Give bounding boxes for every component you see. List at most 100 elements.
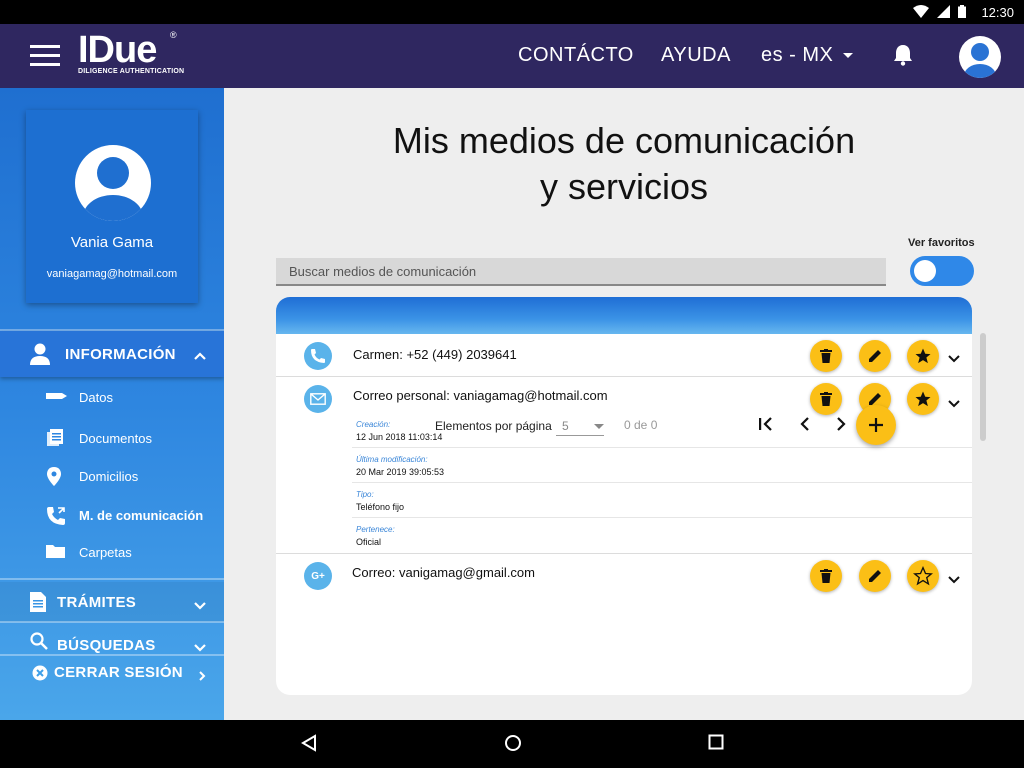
- favorite-button[interactable]: [907, 383, 939, 415]
- menu-icon[interactable]: [30, 45, 60, 67]
- star-filled-icon: [915, 391, 931, 407]
- location-pin-icon: [46, 467, 62, 490]
- language-label: es - MX: [761, 44, 834, 66]
- favorite-button[interactable]: [907, 560, 939, 592]
- profile-name: Vania Gama: [70, 234, 154, 251]
- bell-icon[interactable]: [893, 44, 913, 71]
- detail-value: 20 Mar 2019 39:05:53: [356, 467, 445, 477]
- main-content: Mis medios de comunicación y servicios V…: [224, 88, 1024, 720]
- sidebar-item-label: Domicilios: [79, 469, 139, 484]
- documents-icon: [46, 429, 64, 450]
- list-item-text: Correo: vanigamag@gmail.com: [352, 565, 535, 580]
- back-icon[interactable]: [301, 734, 317, 757]
- home-icon[interactable]: [504, 734, 522, 757]
- list-item-text: Carmen: +52 (449) 2039641: [353, 347, 517, 362]
- add-button[interactable]: [856, 405, 896, 445]
- sidebar-divider: [0, 578, 224, 580]
- edit-button[interactable]: [859, 560, 891, 592]
- delete-button[interactable]: [810, 383, 842, 415]
- detail-divider: [352, 517, 972, 518]
- sidebar-section-label: CERRAR SESIÓN: [54, 664, 183, 681]
- card-header-bar: [276, 297, 972, 334]
- sidebar-item-carpetas[interactable]: Carpetas: [0, 539, 224, 569]
- system-nav-bar: [0, 720, 1024, 768]
- plus-icon: [869, 418, 883, 432]
- sidebar-section-tramites[interactable]: TRÁMITES: [0, 582, 224, 622]
- page-size-select[interactable]: 5: [556, 416, 604, 436]
- app-header: IDue DILIGENCE AUTHENTICATION ® CONTÁCTO…: [0, 24, 1024, 88]
- delete-button[interactable]: [810, 560, 842, 592]
- list-item[interactable]: Correo personal: vaniagamag@hotmail.com …: [276, 377, 972, 553]
- expand-chevron-icon[interactable]: [948, 571, 960, 589]
- search-input[interactable]: Buscar medios de comunicación: [276, 258, 886, 286]
- phone-forward-icon: [46, 506, 66, 529]
- sidebar-item-comunicacion[interactable]: M. de comunicación: [0, 502, 224, 532]
- list-item[interactable]: G+ Correo: vanigamag@gmail.com: [276, 554, 972, 600]
- detail-value: Oficial: [356, 537, 382, 547]
- list-scrollbar[interactable]: [980, 333, 986, 441]
- pencil-icon: [869, 570, 881, 582]
- logo-subtitle: DILIGENCE AUTHENTICATION: [78, 68, 185, 75]
- wifi-icon: [913, 5, 929, 18]
- pencil-icon: [869, 350, 881, 362]
- phone-icon: [304, 342, 332, 370]
- sidebar-item-label: Carpetas: [79, 545, 132, 560]
- document-icon: [30, 592, 46, 616]
- sidebar-item-label: Documentos: [79, 431, 152, 446]
- detail-label: Creación:: [356, 420, 391, 429]
- language-selector[interactable]: es - MX: [761, 44, 854, 67]
- sidebar-item-domicilios[interactable]: Domicilios: [0, 463, 224, 493]
- nav-ayuda-link[interactable]: AYUDA: [661, 44, 731, 67]
- sidebar-item-datos[interactable]: Datos: [0, 384, 224, 414]
- list-item[interactable]: Carmen: +52 (449) 2039641: [276, 334, 972, 377]
- detail-label: Pertenece:: [356, 525, 395, 534]
- page-size-label: Elementos por página: [435, 419, 552, 433]
- status-bar: 12:30: [0, 0, 1024, 24]
- sidebar-item-documentos[interactable]: Documentos: [0, 425, 224, 455]
- recents-icon[interactable]: [708, 734, 724, 755]
- sidebar-section-cerrar-sesion[interactable]: CERRAR SESIÓN: [0, 656, 224, 690]
- person-icon: [30, 343, 50, 369]
- expand-chevron-icon[interactable]: [948, 350, 960, 368]
- sidebar-section-label: BÚSQUEDAS: [57, 637, 156, 654]
- profile-email: vaniagamag@hotmail.com: [46, 268, 178, 280]
- trash-icon: [820, 392, 832, 406]
- search-icon: [30, 632, 48, 654]
- sidebar-item-label: Datos: [79, 390, 113, 405]
- first-page-button[interactable]: [755, 413, 777, 435]
- toggle-knob: [914, 260, 936, 282]
- label-icon: [46, 388, 68, 407]
- detail-label: Tipo:: [356, 490, 374, 499]
- sidebar-section-informacion[interactable]: INFORMACIÓN: [0, 331, 224, 377]
- list-item-text: Correo personal: vaniagamag@hotmail.com: [353, 388, 608, 403]
- sidebar-section-busquedas[interactable]: BÚSQUEDAS: [0, 623, 224, 657]
- battery-icon: [958, 5, 966, 18]
- caret-down-icon: [594, 424, 604, 429]
- chevron-left-icon: [800, 417, 809, 431]
- previous-page-button[interactable]: [794, 413, 816, 435]
- signal-icon: [937, 5, 950, 18]
- nav-contacto-link[interactable]: CONTÁCTO: [518, 44, 634, 67]
- next-page-button[interactable]: [830, 413, 852, 435]
- page-title: Mis medios de comunicación y servicios: [224, 118, 1024, 210]
- detail-divider: [352, 482, 972, 483]
- logo-registered-mark: ®: [170, 30, 177, 40]
- favorite-button[interactable]: [907, 340, 939, 372]
- favorites-toggle[interactable]: [910, 256, 974, 286]
- detail-label: Última modificación:: [356, 455, 428, 464]
- edit-button[interactable]: [859, 340, 891, 372]
- sidebar: Vania Gama vaniagamag@hotmail.com INFORM…: [0, 88, 224, 720]
- detail-value: 12 Jun 2018 11:03:14: [356, 432, 443, 442]
- trash-icon: [820, 349, 832, 363]
- caret-down-icon: [843, 53, 854, 58]
- first-page-icon: [759, 417, 772, 431]
- user-avatar-icon[interactable]: [959, 36, 1001, 78]
- status-time: 12:30: [981, 5, 1014, 20]
- sidebar-item-label: M. de comunicación: [79, 508, 204, 523]
- page-size-value: 5: [562, 419, 569, 433]
- expand-chevron-icon[interactable]: [948, 395, 960, 413]
- status-icons: [913, 5, 966, 18]
- delete-button[interactable]: [810, 340, 842, 372]
- profile-card: Vania Gama vaniagamag@hotmail.com: [26, 110, 198, 303]
- communication-list-card: Carmen: +52 (449) 2039641 Correo persona…: [276, 297, 972, 695]
